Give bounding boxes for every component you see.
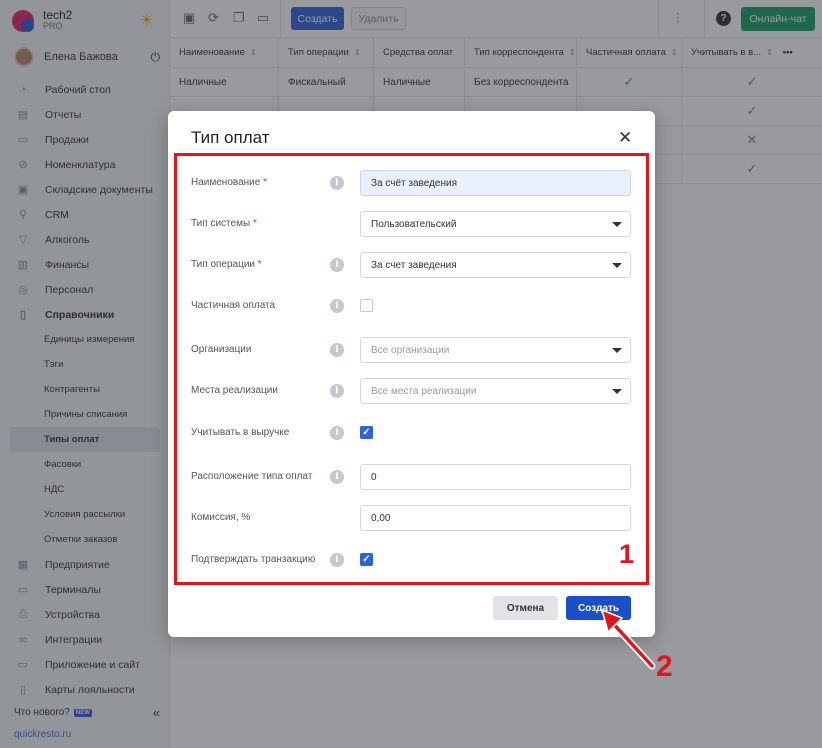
orgs-row: Организации i Все организации: [191, 337, 631, 363]
info-icon[interactable]: i: [330, 343, 344, 357]
revenue-label: Учитывать в выручке: [191, 427, 290, 438]
info-icon[interactable]: i: [330, 258, 344, 272]
commission-input[interactable]: 0,00: [360, 505, 631, 531]
annotation-arrow: [600, 608, 656, 670]
info-icon[interactable]: i: [330, 426, 344, 440]
partial-label: Частичная оплата: [191, 300, 276, 311]
confirm-label: Подтверждать транзакцию: [191, 554, 316, 565]
chevron-down-icon: [612, 263, 622, 268]
chevron-down-icon: [612, 348, 622, 353]
system-type-row: Тип системы * Пользовательский: [191, 211, 631, 237]
commission-row: Комиссия, % 0,00: [191, 505, 631, 531]
chevron-down-icon: [612, 389, 622, 394]
operation-type-label: Тип операции *: [191, 259, 262, 270]
places-label: Места реализации: [191, 385, 278, 396]
cancel-button[interactable]: Отмена: [493, 596, 558, 620]
commission-label: Комиссия, %: [191, 512, 251, 523]
annotation-number-1: 1: [619, 539, 635, 569]
system-type-select[interactable]: Пользовательский: [360, 211, 631, 237]
system-type-label: Тип системы *: [191, 218, 257, 229]
partial-checkbox[interactable]: [360, 299, 373, 312]
name-input[interactable]: За счёт заведения: [360, 170, 631, 196]
confirm-row: Подтверждать транзакцию i ✓: [191, 547, 631, 573]
position-row: Расположение типа оплат i 0: [191, 464, 631, 490]
places-select[interactable]: Все места реализации: [360, 378, 631, 404]
info-icon[interactable]: i: [330, 470, 344, 484]
close-icon[interactable]: ✕: [618, 128, 632, 148]
name-label: Наименование *: [191, 177, 268, 188]
payment-type-dialog: Тип оплат ✕ Наименование * i За счёт зав…: [168, 111, 655, 637]
revenue-row: Учитывать в выручке i ✓: [191, 420, 631, 446]
name-row: Наименование * i За счёт заведения: [191, 170, 631, 196]
annotation-number-2: 2: [656, 650, 673, 683]
position-input[interactable]: 0: [360, 464, 631, 490]
revenue-checkbox[interactable]: ✓: [360, 426, 373, 439]
places-row: Места реализации i Все места реализации: [191, 378, 631, 404]
info-icon[interactable]: i: [330, 384, 344, 398]
info-icon[interactable]: i: [330, 176, 344, 190]
info-icon[interactable]: i: [330, 553, 344, 567]
partial-row: Частичная оплата i: [191, 293, 631, 319]
orgs-label: Организации: [191, 344, 252, 355]
orgs-select[interactable]: Все организации: [360, 337, 631, 363]
position-label: Расположение типа оплат: [191, 471, 313, 482]
chevron-down-icon: [612, 222, 622, 227]
confirm-checkbox[interactable]: ✓: [360, 553, 373, 566]
info-icon[interactable]: i: [330, 299, 344, 313]
dialog-title: Тип оплат: [191, 128, 270, 147]
operation-type-select[interactable]: За счет заведения: [360, 252, 631, 278]
operation-type-row: Тип операции * i За счет заведения: [191, 252, 631, 278]
